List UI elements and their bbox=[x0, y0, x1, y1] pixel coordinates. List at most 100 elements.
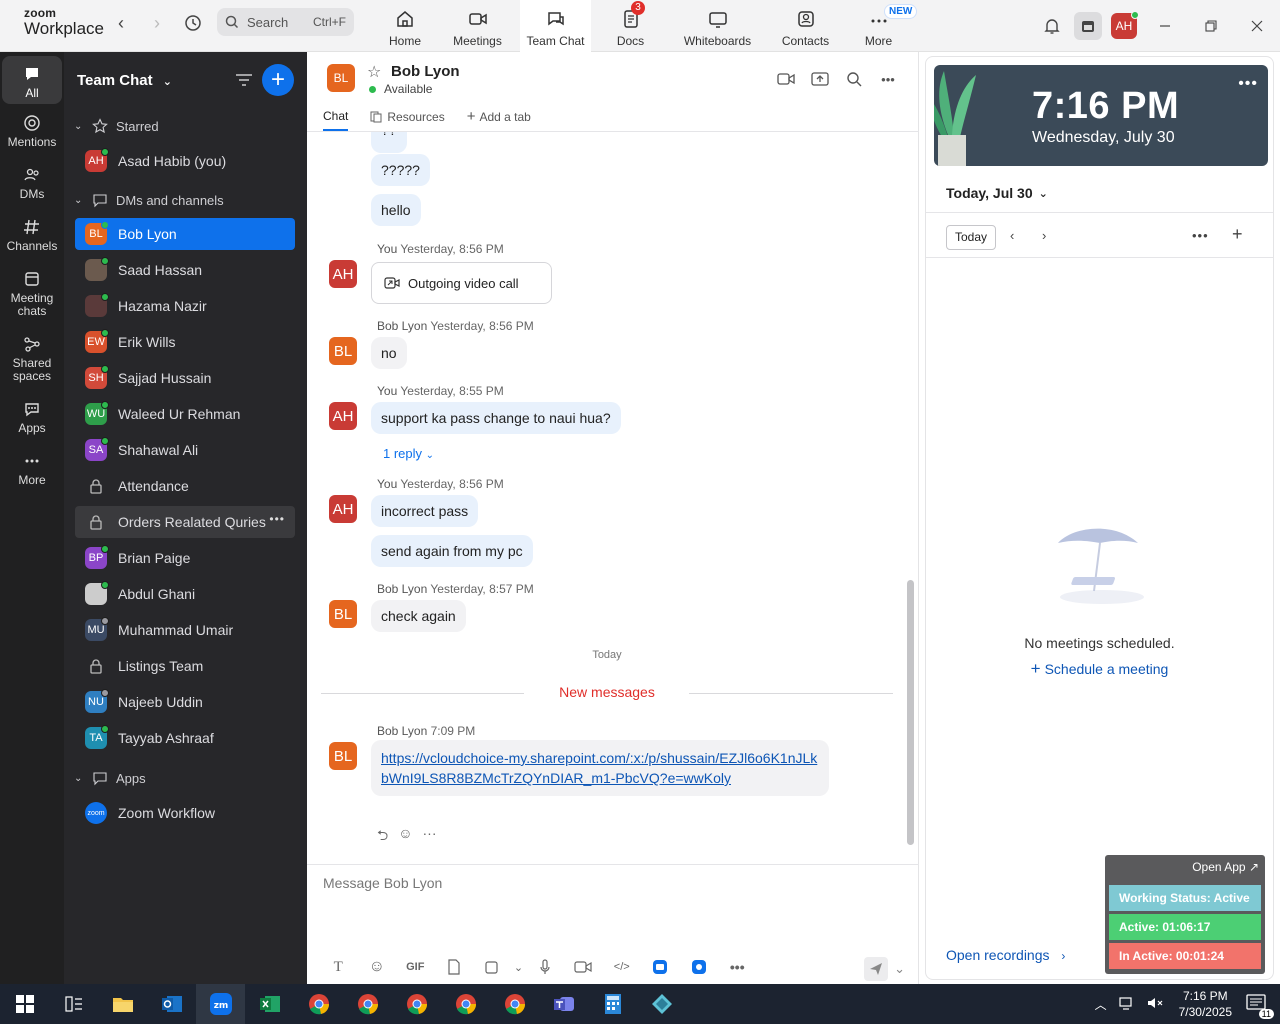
scrollbar-thumb[interactable] bbox=[907, 580, 914, 845]
windows-start-icon[interactable] bbox=[0, 984, 49, 1024]
rail-more[interactable]: More bbox=[2, 452, 62, 487]
more-options-icon[interactable]: ••• bbox=[269, 512, 285, 526]
taskbar-clock[interactable]: 7:16 PM 7/30/2025 bbox=[1179, 988, 1232, 1020]
file-explorer-icon[interactable] bbox=[98, 984, 147, 1024]
filter-icon[interactable] bbox=[232, 68, 256, 92]
more-options-icon[interactable]: ••• bbox=[1238, 75, 1258, 93]
message-avatar[interactable]: BL bbox=[329, 600, 357, 628]
nav-home[interactable]: Home bbox=[375, 0, 435, 52]
app-diamond-icon[interactable] bbox=[637, 984, 686, 1024]
chat-scrollbar[interactable] bbox=[907, 132, 914, 867]
screenshot-icon[interactable] bbox=[473, 957, 512, 977]
sidebar-item-hazama-nazir[interactable]: Hazama Nazir bbox=[75, 290, 295, 322]
emoji-reaction-icon[interactable]: ☺ bbox=[398, 825, 412, 849]
more-options-icon[interactable]: ••• bbox=[1192, 228, 1209, 243]
search-box[interactable]: Search Ctrl+F bbox=[217, 8, 354, 36]
chrome-icon[interactable] bbox=[490, 984, 539, 1024]
plus-icon[interactable]: + bbox=[1232, 224, 1243, 245]
more-options-icon[interactable]: ··· bbox=[423, 825, 437, 849]
nav-whiteboards[interactable]: Whiteboards bbox=[670, 0, 765, 52]
message-avatar[interactable]: BL bbox=[329, 337, 357, 365]
chevron-down-icon[interactable]: ⌄ bbox=[894, 961, 905, 977]
sidebar-item-attendance[interactable]: Attendance bbox=[75, 470, 295, 502]
open-app-button[interactable]: Open App ↗ bbox=[1192, 860, 1259, 874]
calendar-app-icon[interactable] bbox=[1074, 12, 1102, 40]
history-icon[interactable] bbox=[182, 12, 204, 34]
chevron-right-icon[interactable]: › bbox=[1042, 228, 1046, 243]
format-text-icon[interactable]: T bbox=[319, 957, 358, 977]
chevron-down-icon[interactable]: ⌄ bbox=[512, 957, 526, 977]
more-options-icon[interactable]: ••• bbox=[718, 957, 757, 977]
outlook-icon[interactable] bbox=[147, 984, 196, 1024]
today-button[interactable]: Today bbox=[946, 225, 997, 250]
sidebar-item-abdul-ghani[interactable]: Abdul Ghani bbox=[75, 578, 295, 610]
message-bubble[interactable]: send again from my pc bbox=[371, 535, 533, 567]
close-icon[interactable] bbox=[1234, 8, 1280, 44]
rail-meeting-chats[interactable]: Meeting chats bbox=[2, 270, 62, 318]
section-apps[interactable]: ⌄ Apps bbox=[74, 770, 146, 786]
video-call-icon[interactable] bbox=[769, 68, 803, 90]
message-bubble[interactable]: check again bbox=[371, 600, 466, 632]
sidebar-item-saad-hassan[interactable]: Saad Hassan bbox=[75, 254, 295, 286]
code-snippet-icon[interactable]: </> bbox=[603, 957, 642, 977]
open-recordings-link[interactable]: Open recordings › bbox=[946, 947, 1065, 963]
chevron-left-icon[interactable]: ‹ bbox=[1010, 228, 1014, 243]
chrome-icon[interactable] bbox=[294, 984, 343, 1024]
rail-mentions[interactable]: Mentions bbox=[2, 114, 62, 149]
message-bubble[interactable]: hello bbox=[371, 194, 421, 226]
sidebar-title-dropdown[interactable]: Team Chat ⌄ bbox=[77, 72, 172, 89]
restore-icon[interactable] bbox=[1188, 8, 1234, 44]
sidebar-item-muhammad-umair[interactable]: MU Muhammad Umair bbox=[75, 614, 295, 646]
calculator-icon[interactable] bbox=[588, 984, 637, 1024]
share-screen-icon[interactable] bbox=[803, 68, 837, 90]
message-bubble[interactable]: support ka pass change to naui hua? bbox=[371, 402, 621, 434]
section-starred[interactable]: ⌄ Starred bbox=[74, 118, 159, 134]
sidebar-item-najeeb-uddin[interactable]: NU Najeeb Uddin bbox=[75, 686, 295, 718]
minimize-icon[interactable] bbox=[1142, 8, 1188, 44]
excel-icon[interactable] bbox=[245, 984, 294, 1024]
search-icon[interactable] bbox=[837, 68, 871, 90]
notifications-icon[interactable]: 11 bbox=[1246, 993, 1274, 1019]
sharepoint-link[interactable]: https://vcloudchoice-my.sharepoint.com/:… bbox=[381, 750, 817, 786]
contact-avatar[interactable]: BL bbox=[327, 64, 355, 92]
message-bubble[interactable]: incorrect pass bbox=[371, 495, 479, 527]
sidebar-item-asad-habib[interactable]: AH Asad Habib (you) bbox=[75, 145, 295, 177]
sidebar-item-sajjad-hussain[interactable]: SH Sajjad Hussain bbox=[75, 362, 295, 394]
outgoing-call-card[interactable]: Outgoing video call bbox=[371, 262, 552, 304]
rail-dms[interactable]: DMs bbox=[2, 166, 62, 201]
tab-chat[interactable]: Chat bbox=[323, 108, 349, 131]
sidebar-item-zoom-workflow[interactable]: zoom Zoom Workflow bbox=[75, 797, 295, 829]
sidebar-item-brian-paige[interactable]: BP Brian Paige bbox=[75, 542, 295, 574]
back-arrow-icon[interactable]: ‹ bbox=[110, 12, 132, 34]
rail-shared-spaces[interactable]: Shared spaces bbox=[2, 335, 62, 383]
nav-contacts[interactable]: Contacts bbox=[765, 0, 846, 52]
sidebar-item-listings-team[interactable]: Listings Team bbox=[75, 650, 295, 682]
sidebar-item-erik-wills[interactable]: EW Erik Wills bbox=[75, 326, 295, 358]
emoji-icon[interactable]: ☺ bbox=[358, 957, 397, 977]
teams-icon[interactable] bbox=[539, 984, 588, 1024]
message-avatar[interactable]: AH bbox=[329, 402, 357, 430]
calendar-date-dropdown[interactable]: Today, Jul 30 ⌄ bbox=[946, 185, 1048, 201]
chrome-icon[interactable] bbox=[441, 984, 490, 1024]
send-icon[interactable] bbox=[864, 957, 889, 981]
volume-muted-icon[interactable] bbox=[1147, 996, 1163, 1013]
tab-resources[interactable]: Resources bbox=[370, 108, 445, 131]
network-icon[interactable] bbox=[1119, 996, 1135, 1013]
message-bubble[interactable]: ????? bbox=[371, 154, 430, 186]
nav-more[interactable]: More NEW bbox=[846, 0, 918, 52]
tab-add[interactable]: + Add a tab bbox=[467, 108, 531, 131]
nav-meetings[interactable]: Meetings bbox=[435, 0, 520, 52]
star-icon[interactable]: ☆ bbox=[367, 62, 381, 82]
app-icon[interactable] bbox=[680, 957, 719, 977]
nav-docs[interactable]: Docs 3 bbox=[591, 0, 670, 52]
task-view-icon[interactable] bbox=[49, 984, 98, 1024]
rail-all[interactable]: All bbox=[2, 56, 62, 104]
sidebar-item-bob-lyon[interactable]: BL Bob Lyon bbox=[75, 218, 295, 250]
message-composer[interactable]: Message Bob Lyon T ☺ GIF ⌄ </> ••• ⌄ bbox=[307, 864, 919, 984]
sidebar-item-orders-realated-quries[interactable]: Orders Realated Quries ••• bbox=[75, 506, 295, 538]
file-icon[interactable] bbox=[435, 957, 474, 977]
message-avatar[interactable]: AH bbox=[329, 495, 357, 523]
video-message-icon[interactable] bbox=[564, 957, 603, 977]
sidebar-item-waleed-ur-rehman[interactable]: WU Waleed Ur Rehman bbox=[75, 398, 295, 430]
contact-name[interactable]: Bob Lyon bbox=[391, 63, 460, 80]
